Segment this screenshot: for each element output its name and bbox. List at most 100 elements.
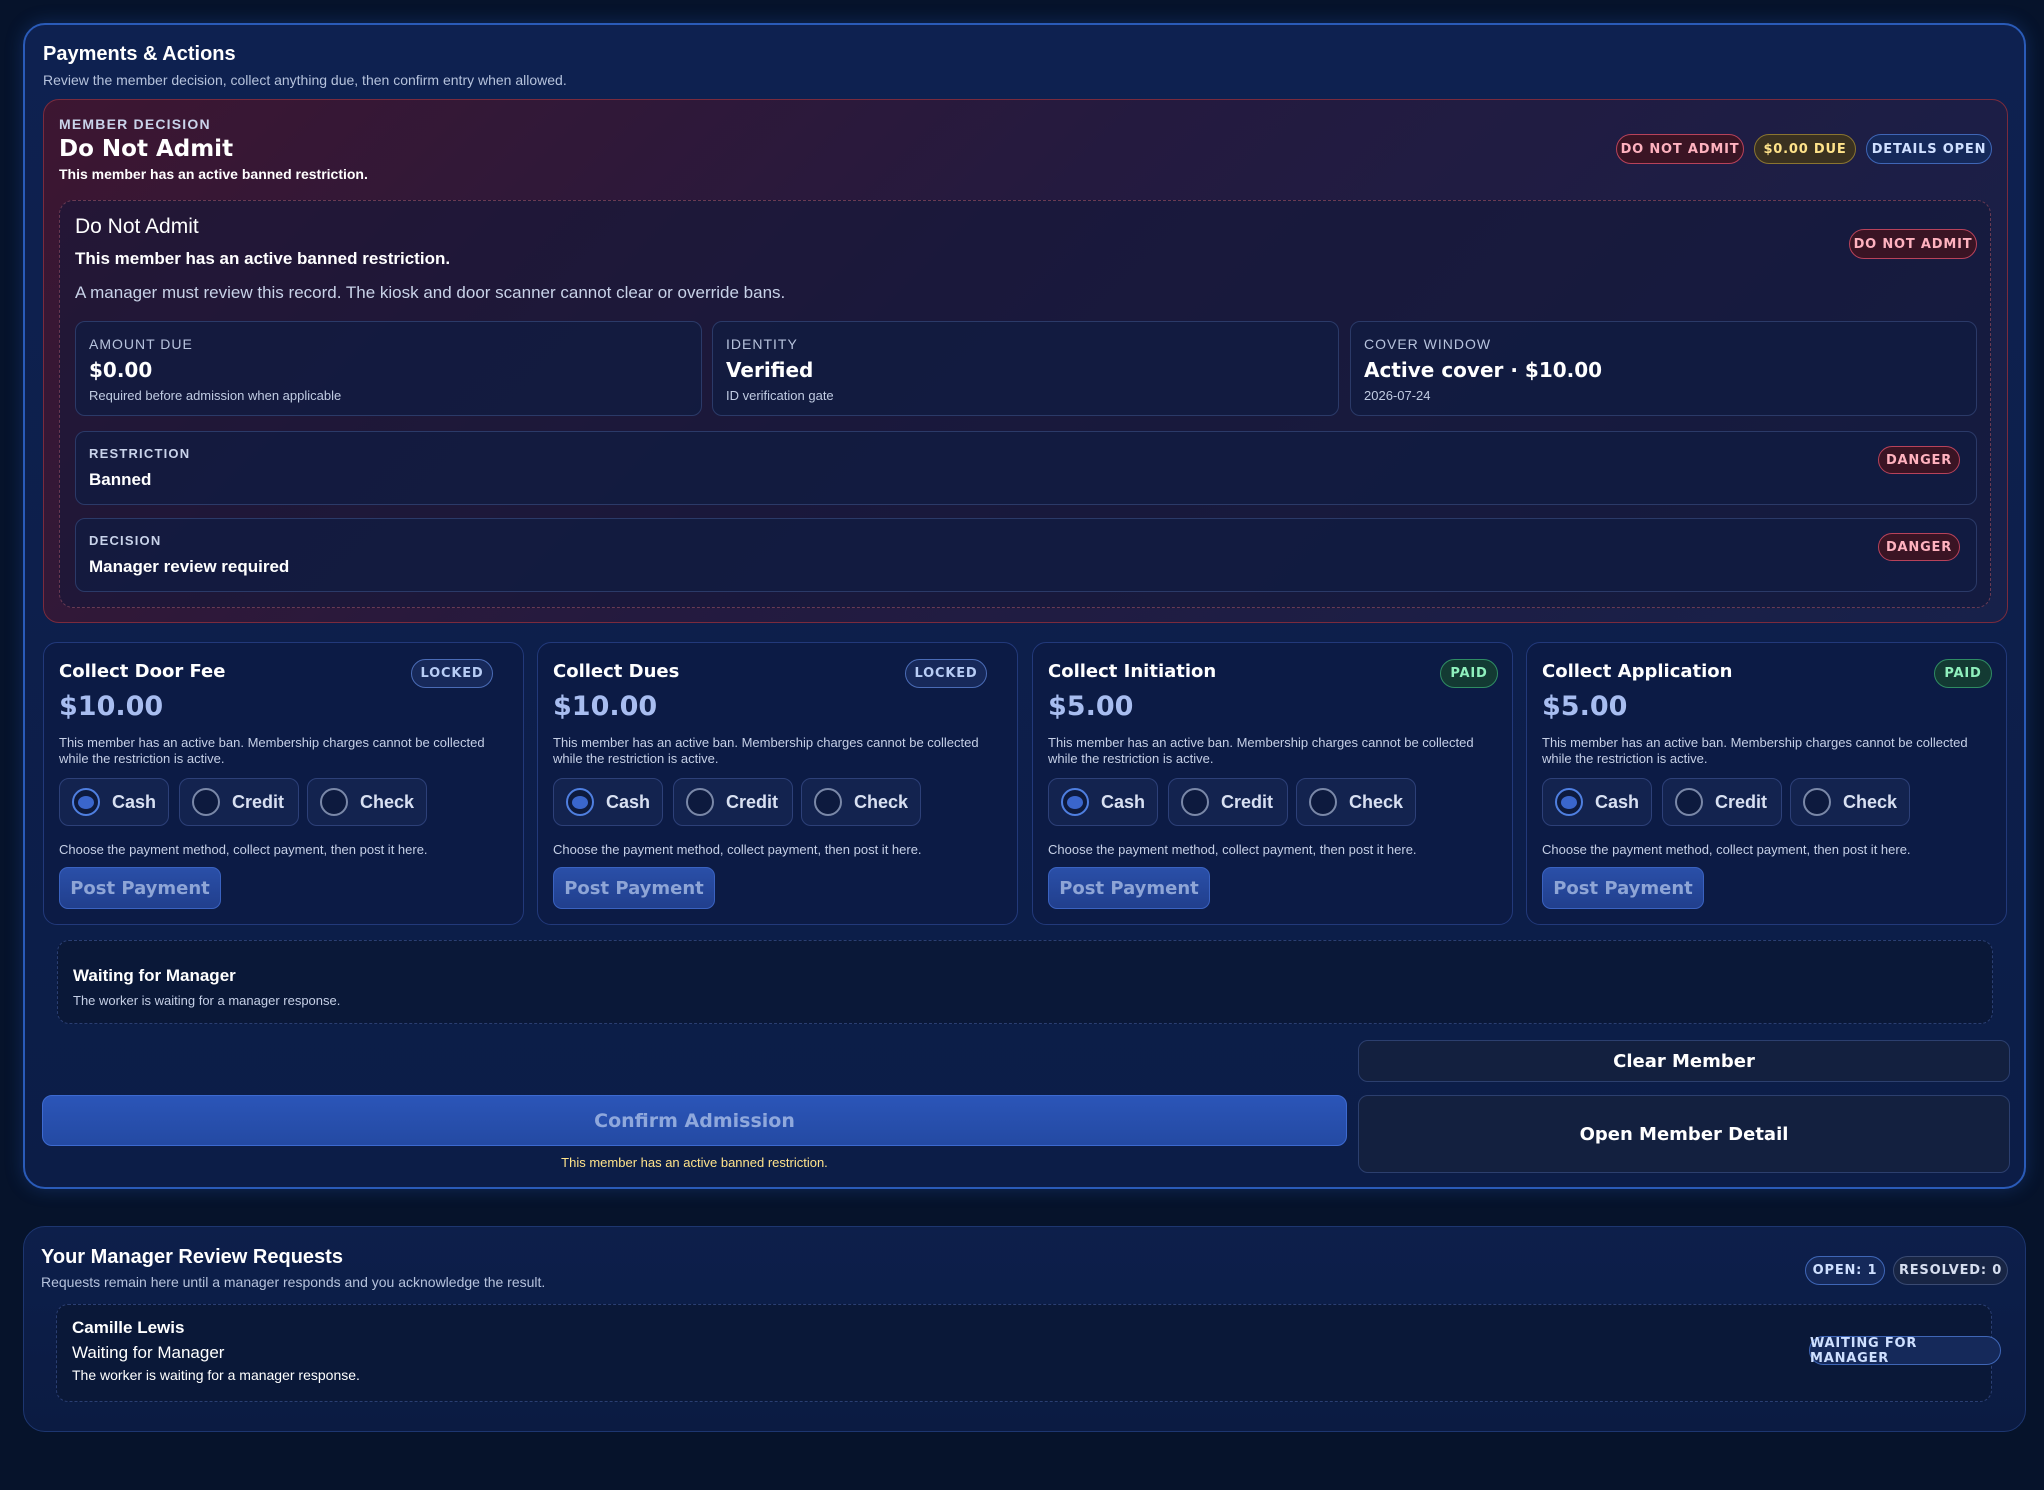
collect-door-fee-card: Collect Door Fee LOCKED $10.00 This memb… xyxy=(43,642,524,925)
method-cash-label: Cash xyxy=(112,791,157,812)
details-open-badge[interactable]: DETAILS OPEN xyxy=(1866,134,1992,164)
radio-empty-icon xyxy=(1675,788,1703,816)
decision-danger-badge: DANGER xyxy=(1878,533,1960,561)
collect-card-title: Collect Initiation xyxy=(1048,661,1217,682)
detail-do-not-admit-badge: DO NOT ADMIT xyxy=(1849,229,1977,259)
radio-empty-icon xyxy=(1309,788,1337,816)
radio-empty-icon xyxy=(192,788,220,816)
method-credit-radio[interactable]: Credit xyxy=(1168,778,1288,826)
method-cash-radio[interactable]: Cash xyxy=(553,778,663,826)
radio-empty-icon xyxy=(1803,788,1831,816)
identity-note: ID verification gate xyxy=(726,388,834,403)
method-cash-label: Cash xyxy=(606,791,651,812)
method-cash-label: Cash xyxy=(1101,791,1146,812)
requests-subtitle: Requests remain here until a manager res… xyxy=(41,1274,546,1290)
payments-title: Payments & Actions xyxy=(43,43,236,65)
payments-panel: Payments & Actions Review the member dec… xyxy=(23,23,2026,1189)
detail-title: Do Not Admit xyxy=(75,215,199,238)
collect-desc: This member has an active ban. Membershi… xyxy=(553,735,979,766)
amount-due-box: AMOUNT DUE $0.00 Required before admissi… xyxy=(75,321,702,416)
locked-badge: LOCKED xyxy=(411,659,493,688)
paid-badge: PAID xyxy=(1934,659,1992,688)
method-check-label: Check xyxy=(854,791,909,812)
cover-window-value: Active cover · $10.00 xyxy=(1364,358,1603,382)
method-credit-radio[interactable]: Credit xyxy=(673,778,793,826)
restriction-row: RESTRICTION Banned DANGER xyxy=(75,431,1977,505)
cover-window-date: 2026-07-24 xyxy=(1364,388,1431,403)
method-credit-label: Credit xyxy=(1221,791,1274,812)
collect-help: Choose the payment method, collect payme… xyxy=(1048,842,1417,857)
request-member-name: Camille Lewis xyxy=(72,1318,185,1337)
method-check-radio[interactable]: Check xyxy=(1296,778,1416,826)
method-credit-radio[interactable]: Credit xyxy=(1662,778,1782,826)
member-decision-card: MEMBER DECISION Do Not Admit This member… xyxy=(43,99,2008,623)
method-cash-label: Cash xyxy=(1595,791,1640,812)
confirm-warning: This member has an active banned restric… xyxy=(561,1155,828,1170)
waiting-for-manager-badge: WAITING FOR MANAGER xyxy=(1809,1336,2001,1366)
post-payment-button[interactable]: Post Payment xyxy=(59,867,221,909)
decision-row-label: DECISION xyxy=(89,533,162,548)
decision-row-value: Manager review required xyxy=(89,557,290,576)
method-check-label: Check xyxy=(360,791,415,812)
method-check-radio[interactable]: Check xyxy=(307,778,427,826)
request-item: Camille Lewis Waiting for Manager The wo… xyxy=(56,1304,2001,1402)
resolved-count-badge: RESOLVED: 0 xyxy=(1893,1256,2008,1285)
restriction-label: RESTRICTION xyxy=(89,446,191,461)
collect-card-title: Collect Door Fee xyxy=(59,661,226,682)
collect-desc: This member has an active ban. Membershi… xyxy=(1048,735,1474,766)
cover-window-label: COVER WINDOW xyxy=(1364,336,1492,352)
radio-empty-icon xyxy=(320,788,348,816)
method-credit-label: Credit xyxy=(232,791,285,812)
request-status-title: Waiting for Manager xyxy=(72,1343,225,1362)
method-credit-label: Credit xyxy=(1715,791,1768,812)
method-check-label: Check xyxy=(1349,791,1404,812)
radio-selected-icon xyxy=(72,788,100,816)
clear-member-button[interactable]: Clear Member xyxy=(1358,1040,2010,1082)
waiting-for-manager-box: Waiting for Manager The worker is waitin… xyxy=(57,940,1993,1024)
request-note: The worker is waiting for a manager resp… xyxy=(72,1367,360,1383)
amount-due-note: Required before admission when applicabl… xyxy=(89,388,342,403)
radio-empty-icon xyxy=(1181,788,1209,816)
waiting-note: The worker is waiting for a manager resp… xyxy=(73,993,341,1008)
method-check-radio[interactable]: Check xyxy=(801,778,921,826)
confirm-admission-button[interactable]: Confirm Admission xyxy=(42,1095,1347,1146)
identity-box: IDENTITY Verified ID verification gate xyxy=(712,321,1339,416)
decision-reason: This member has an active banned restric… xyxy=(59,166,368,182)
waiting-title: Waiting for Manager xyxy=(73,966,236,985)
collect-amount: $5.00 xyxy=(1542,691,1628,722)
collect-amount: $10.00 xyxy=(59,691,164,722)
radio-empty-icon xyxy=(814,788,842,816)
radio-selected-icon xyxy=(1555,788,1583,816)
decision-eyebrow: MEMBER DECISION xyxy=(59,116,211,132)
collect-initiation-card: Collect Initiation PAID $5.00 This membe… xyxy=(1032,642,1513,925)
collect-help: Choose the payment method, collect payme… xyxy=(553,842,922,857)
method-credit-radio[interactable]: Credit xyxy=(179,778,299,826)
method-check-label: Check xyxy=(1843,791,1898,812)
radio-selected-icon xyxy=(1061,788,1089,816)
post-payment-button[interactable]: Post Payment xyxy=(553,867,715,909)
do-not-admit-badge: DO NOT ADMIT xyxy=(1616,134,1744,164)
method-check-radio[interactable]: Check xyxy=(1790,778,1910,826)
identity-label: IDENTITY xyxy=(726,336,798,352)
decision-title: Do Not Admit xyxy=(59,136,234,162)
amount-due-value: $0.00 xyxy=(89,358,153,382)
post-payment-button[interactable]: Post Payment xyxy=(1542,867,1704,909)
radio-selected-icon xyxy=(566,788,594,816)
method-cash-radio[interactable]: Cash xyxy=(59,778,169,826)
paid-badge: PAID xyxy=(1440,659,1498,688)
payments-subtitle: Review the member decision, collect anyt… xyxy=(43,72,567,88)
collect-card-title: Collect Dues xyxy=(553,661,680,682)
amount-due-badge: $0.00 DUE xyxy=(1754,134,1856,164)
manager-review-requests-panel: Your Manager Review Requests Requests re… xyxy=(23,1226,2026,1432)
requests-title: Your Manager Review Requests xyxy=(41,1246,343,1268)
collect-desc: This member has an active ban. Membershi… xyxy=(1542,735,1968,766)
collect-help: Choose the payment method, collect payme… xyxy=(59,842,428,857)
open-member-detail-button[interactable]: Open Member Detail xyxy=(1358,1095,2010,1173)
amount-due-label: AMOUNT DUE xyxy=(89,336,193,352)
detail-note: A manager must review this record. The k… xyxy=(75,283,786,302)
method-cash-radio[interactable]: Cash xyxy=(1542,778,1652,826)
decision-row: DECISION Manager review required DANGER xyxy=(75,518,1977,592)
post-payment-button[interactable]: Post Payment xyxy=(1048,867,1210,909)
collect-dues-card: Collect Dues LOCKED $10.00 This member h… xyxy=(537,642,1018,925)
method-cash-radio[interactable]: Cash xyxy=(1048,778,1158,826)
